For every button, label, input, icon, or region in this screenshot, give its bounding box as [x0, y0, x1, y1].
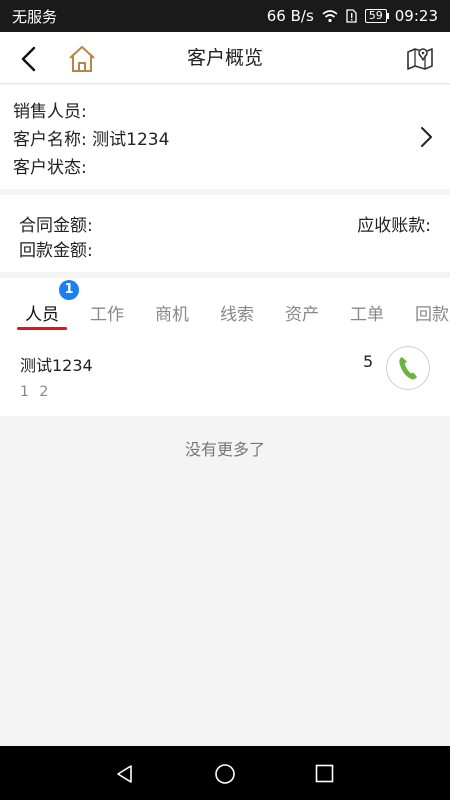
- contact-name: 测试1234: [20, 356, 93, 375]
- customer-name-label: 客户名称:: [13, 130, 87, 150]
- status-bar: 无服务 66 B/s 59 09:23: [0, 0, 450, 32]
- sales-person-row: 销售人员:: [13, 97, 87, 122]
- battery-level: 59: [368, 9, 383, 22]
- customer-info-panel[interactable]: 销售人员: 客户名称: 测试1234 客户状态:: [0, 85, 450, 189]
- contract-amount-label: 合同金额:: [19, 216, 93, 236]
- sim-alert-icon: [346, 9, 357, 23]
- wifi-icon: [322, 10, 338, 23]
- battery-indicator: 59: [364, 9, 387, 23]
- system-home-icon[interactable]: [214, 763, 236, 785]
- nav-bar: 客户概览: [0, 32, 450, 84]
- contact-subtitle: 1 2: [20, 384, 52, 400]
- tab-assets[interactable]: 资产: [285, 300, 319, 325]
- tab-opportunity[interactable]: 商机: [155, 300, 189, 325]
- phone-icon: [399, 357, 417, 380]
- system-recents-icon[interactable]: [315, 764, 334, 783]
- customer-status-row: 客户状态:: [13, 153, 87, 178]
- customer-status-label: 客户状态:: [13, 158, 87, 178]
- map-pin-icon[interactable]: [406, 44, 434, 72]
- tab-work-orders[interactable]: 工单: [350, 300, 384, 325]
- active-tab-indicator: [17, 327, 67, 330]
- status-indicators: 66 B/s 59 09:23: [267, 7, 438, 25]
- tab-work[interactable]: 工作: [90, 300, 124, 325]
- list-item[interactable]: 测试1234 1 2 5: [0, 336, 450, 416]
- tab-payments[interactable]: 回款: [415, 300, 449, 325]
- carrier-text: 无服务: [12, 7, 58, 26]
- network-speed: 66 B/s: [266, 7, 314, 25]
- no-more-text: 没有更多了: [184, 440, 265, 459]
- system-nav-bar: [0, 746, 450, 800]
- back-arrow-icon[interactable]: [14, 44, 44, 74]
- payment-amount-label: 回款金额:: [19, 241, 93, 261]
- clock: 09:23: [394, 7, 438, 25]
- chevron-right-icon[interactable]: [416, 125, 436, 149]
- receivable-label: 应收账款:: [357, 216, 431, 236]
- call-button[interactable]: [386, 346, 430, 390]
- tab-personnel-badge: 1: [59, 280, 79, 300]
- customer-name-row: 客户名称: 测试1234: [13, 125, 169, 150]
- tab-leads[interactable]: 线索: [220, 300, 254, 325]
- home-icon[interactable]: [66, 43, 98, 75]
- tab-personnel[interactable]: 人员: [25, 300, 59, 325]
- finance-panel: 合同金额: 应收账款: 回款金额:: [0, 195, 450, 272]
- tab-bar: 人员 1 工作 商机 线索 资产 工单 回款: [0, 278, 450, 336]
- customer-name-value: 测试1234: [92, 130, 170, 150]
- system-back-icon[interactable]: [114, 763, 136, 785]
- contact-count: 5: [363, 352, 374, 371]
- sales-person-label: 销售人员:: [13, 102, 87, 122]
